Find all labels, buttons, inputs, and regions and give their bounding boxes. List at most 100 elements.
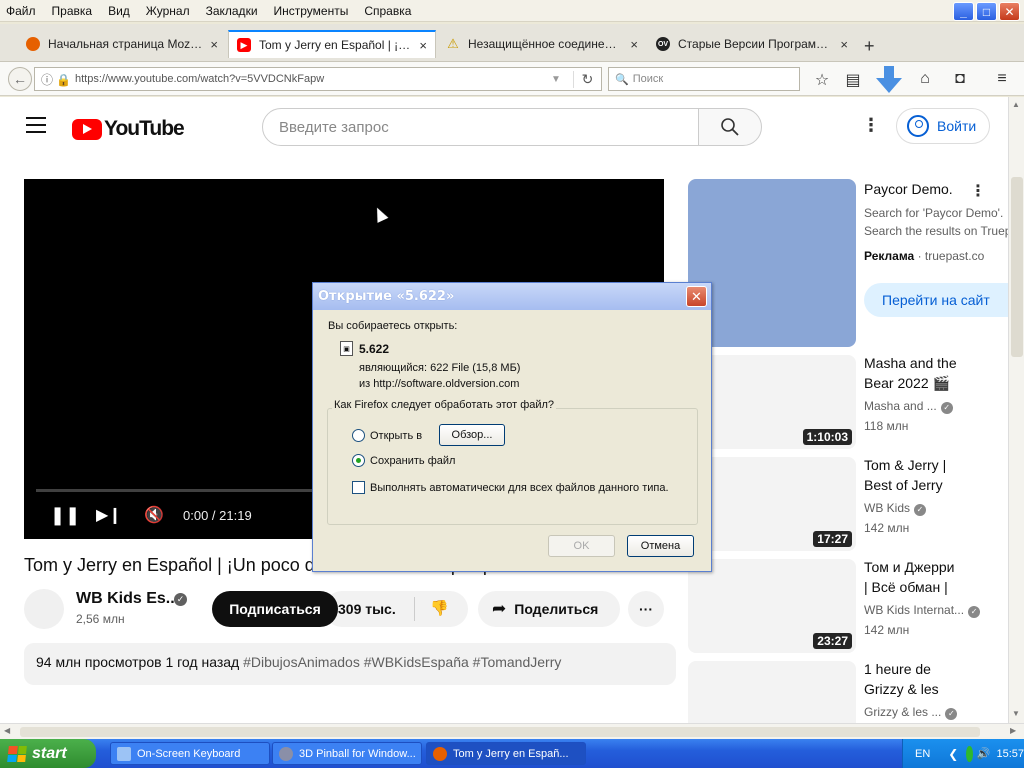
open-with-radio[interactable] bbox=[352, 429, 365, 442]
ad-thumbnail[interactable] bbox=[688, 179, 856, 347]
rec-thumbnail[interactable]: 23:27 bbox=[688, 559, 856, 653]
subscribe-button[interactable]: Подписаться bbox=[212, 591, 338, 627]
dialog-close-button[interactable]: ✕ bbox=[686, 286, 707, 307]
rec-title-line-1[interactable]: Tom & Jerry | bbox=[864, 457, 946, 473]
recommendation-item[interactable]: 1 heure de Grizzy & les Grizzy & les ...… bbox=[688, 661, 1008, 723]
scroll-right-icon[interactable]: ▶ bbox=[1010, 726, 1016, 735]
auto-action-label[interactable]: Выполнять автоматически для всех файлов … bbox=[370, 482, 669, 494]
network-icon[interactable]: 🔊 bbox=[977, 747, 991, 760]
ad-menu-icon[interactable]: ⋮ bbox=[970, 181, 986, 201]
menu-bar: Файл Правка Вид Журнал Закладки Инструме… bbox=[0, 0, 1024, 22]
horizontal-scrollbar[interactable]: ◀ ▶ bbox=[0, 723, 1024, 739]
vertical-scroll-thumb[interactable] bbox=[1011, 177, 1023, 357]
login-button[interactable]: Войти bbox=[896, 108, 990, 144]
tab-close-icon[interactable]: × bbox=[630, 37, 638, 52]
maximize-button[interactable]: □ bbox=[976, 2, 997, 21]
start-button[interactable]: start bbox=[0, 739, 96, 768]
youtube-logo[interactable]: YouTube bbox=[72, 117, 185, 141]
task-on-screen-keyboard[interactable]: On-Screen Keyboard bbox=[110, 742, 270, 765]
back-button[interactable]: ← bbox=[8, 67, 32, 91]
rec-title-line-1[interactable]: 1 heure de bbox=[864, 661, 931, 677]
tab-mozilla-start[interactable]: Начальная страница Mozilla ... × bbox=[18, 30, 226, 58]
channel-name[interactable]: WB Kids Es... bbox=[76, 590, 179, 608]
scroll-down-icon[interactable]: ▼ bbox=[1012, 709, 1020, 718]
recommendation-item[interactable]: 17:27 Tom & Jerry | Best of Jerry WB Kid… bbox=[688, 457, 1008, 553]
cancel-button[interactable]: Отмена bbox=[627, 535, 694, 557]
rec-title-line-1[interactable]: Том и Джерри bbox=[864, 559, 955, 575]
tab-close-icon[interactable]: × bbox=[419, 38, 427, 53]
recommendation-item[interactable]: 23:27 Том и Джерри | Всё обман | WB Kids… bbox=[688, 559, 1008, 655]
channel-avatar[interactable] bbox=[24, 589, 64, 629]
youtube-search-button[interactable] bbox=[698, 108, 762, 146]
reload-icon[interactable]: ↻ bbox=[573, 70, 601, 88]
hashtags[interactable]: #DibujosAnimados #WBKidsEspaña #TomandJe… bbox=[243, 654, 561, 670]
rec-thumbnail[interactable]: 1:10:03 bbox=[688, 355, 856, 449]
description-box[interactable]: 94 млн просмотров 1 год назад #DibujosAn… bbox=[24, 643, 676, 685]
task-pinball[interactable]: 3D Pinball for Window... bbox=[272, 742, 422, 765]
scroll-up-icon[interactable]: ▲ bbox=[1012, 100, 1020, 109]
youtube-search-input[interactable]: Введите запрос bbox=[262, 108, 699, 146]
auto-action-checkbox[interactable] bbox=[352, 481, 365, 494]
tab-oldversion[interactable]: OV Старые Версии Программно... × bbox=[648, 30, 856, 58]
ad-title[interactable]: Paycor Demo. bbox=[864, 181, 953, 197]
hamburger-menu-icon[interactable]: ≡ bbox=[992, 70, 1012, 90]
rec-thumbnail[interactable]: 17:27 bbox=[688, 457, 856, 551]
like-count[interactable]: 309 тыс. bbox=[338, 601, 396, 617]
more-actions-icon[interactable]: ··· bbox=[628, 591, 664, 627]
menu-file[interactable]: Файл bbox=[6, 4, 36, 18]
rec-thumbnail[interactable] bbox=[688, 661, 856, 723]
save-file-label[interactable]: Сохранить файл bbox=[370, 455, 455, 467]
whatsapp-icon[interactable] bbox=[966, 745, 973, 762]
minimize-button[interactable]: _ bbox=[953, 2, 974, 21]
browse-button[interactable]: Обзор... bbox=[439, 424, 505, 446]
task-label: 3D Pinball for Window... bbox=[299, 747, 416, 760]
vertical-scrollbar[interactable]: ▲ ▼ bbox=[1008, 97, 1024, 723]
download-arrow-icon[interactable] bbox=[874, 64, 904, 96]
menu-help[interactable]: Справка bbox=[364, 4, 411, 18]
share-button[interactable]: ➦ Поделиться bbox=[478, 591, 620, 627]
scroll-left-icon[interactable]: ◀ bbox=[4, 726, 10, 735]
muted-icon[interactable]: 🔇 bbox=[144, 505, 164, 525]
menu-edit[interactable]: Правка bbox=[52, 4, 93, 18]
horizontal-scroll-thumb[interactable] bbox=[20, 727, 980, 737]
ad-cta-button[interactable]: Перейти на сайт bbox=[864, 283, 1008, 317]
save-file-radio[interactable] bbox=[352, 454, 365, 467]
open-with-label[interactable]: Открыть в bbox=[370, 430, 422, 442]
site-info-icon[interactable]: ⓘ 🔒 bbox=[35, 71, 75, 88]
pocket-icon[interactable]: ◘ bbox=[950, 70, 970, 90]
rec-title-line-2[interactable]: | Всё обман | bbox=[864, 579, 948, 595]
new-tab-button[interactable]: + bbox=[864, 36, 875, 57]
tab-youtube[interactable]: ▶ Tom y Jerry en Español | ¡Un ... × bbox=[228, 30, 436, 58]
close-window-button[interactable]: ✕ bbox=[999, 2, 1020, 21]
menu-bookmarks[interactable]: Закладки bbox=[206, 4, 258, 18]
pause-icon[interactable]: ❚❚ bbox=[50, 505, 80, 526]
tab-insecure[interactable]: ⚠ Незащищённое соединение × bbox=[438, 30, 646, 58]
home-icon[interactable]: ⌂ bbox=[915, 70, 935, 90]
menu-view[interactable]: Вид bbox=[108, 4, 130, 18]
ok-button[interactable]: OK bbox=[548, 535, 615, 557]
settings-dots-icon[interactable]: ⋮ bbox=[862, 115, 880, 136]
url-dropdown-icon[interactable]: ▼ bbox=[551, 74, 573, 85]
tray-expand-icon[interactable]: ❮ bbox=[948, 747, 958, 761]
search-bar[interactable]: 🔍 Поиск bbox=[608, 67, 800, 91]
url-text[interactable]: https://www.youtube.com/watch?v=5VVDCNkF… bbox=[75, 73, 551, 85]
guide-menu-icon[interactable] bbox=[26, 117, 46, 138]
menu-history[interactable]: Журнал bbox=[146, 4, 190, 18]
rec-title-line-2[interactable]: Bear 2022 🎬 bbox=[864, 375, 950, 392]
tab-close-icon[interactable]: × bbox=[840, 37, 848, 52]
rec-title-line-1[interactable]: Masha and the bbox=[864, 355, 957, 371]
dislike-icon[interactable]: 👎 bbox=[430, 599, 449, 617]
dialog-title[interactable]: Открытие «5.622» bbox=[313, 283, 711, 310]
language-indicator[interactable]: EN bbox=[915, 748, 930, 760]
menu-tools[interactable]: Инструменты bbox=[274, 4, 349, 18]
url-bar[interactable]: ⓘ 🔒 https://www.youtube.com/watch?v=5VVD… bbox=[34, 67, 602, 91]
bookmark-star-icon[interactable]: ☆ bbox=[812, 70, 832, 90]
tab-close-icon[interactable]: × bbox=[210, 37, 218, 52]
rec-title-line-2[interactable]: Best of Jerry bbox=[864, 477, 943, 493]
next-icon[interactable]: ▶❙ bbox=[96, 505, 122, 525]
task-firefox[interactable]: Tom y Jerry en Españ... bbox=[426, 742, 586, 765]
recommendation-item[interactable]: 1:10:03 Masha and the Bear 2022 🎬 Masha … bbox=[688, 355, 1008, 451]
bookmarks-list-icon[interactable]: ▤ bbox=[843, 70, 863, 90]
search-engine-icon[interactable]: 🔍 bbox=[615, 73, 629, 86]
rec-title-line-2[interactable]: Grizzy & les bbox=[864, 681, 939, 697]
